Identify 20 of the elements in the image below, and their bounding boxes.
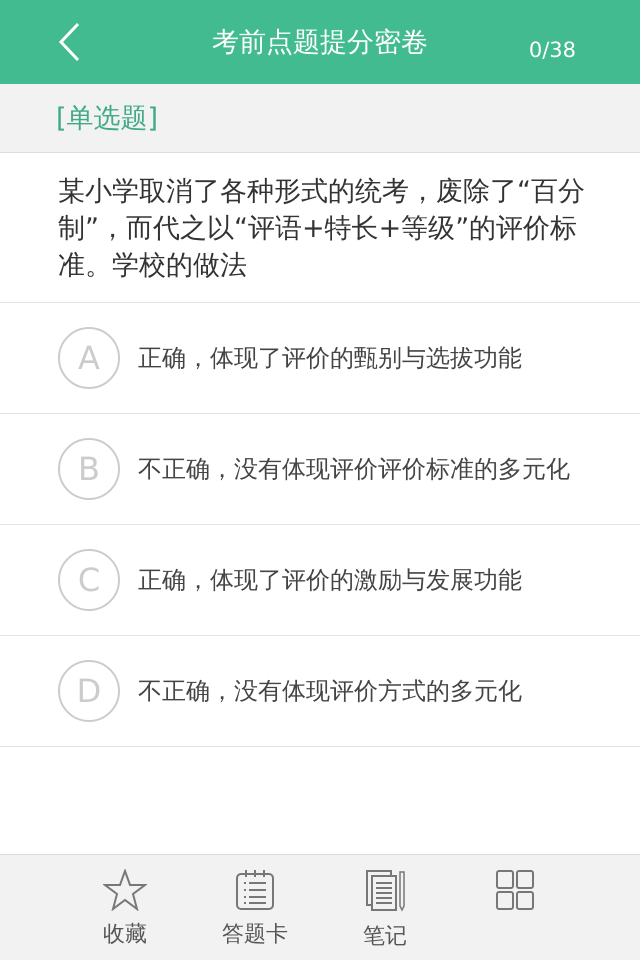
notes-icon	[365, 869, 405, 913]
option-text: 不正确，没有体现评价方式的多元化	[138, 676, 522, 707]
toolbar-label: 收藏	[103, 921, 147, 949]
question-type: [单选题]	[56, 102, 158, 136]
back-button[interactable]	[58, 22, 80, 62]
toolbar-button[interactable]: 笔记	[320, 855, 450, 960]
option-text: 正确，体现了评价的甄别与选拔功能	[138, 343, 522, 374]
toolbar-button[interactable]: 收藏	[60, 855, 190, 960]
answer-card-icon	[235, 869, 275, 911]
page-title: 考前点题提分密卷	[212, 26, 428, 60]
grid-icon	[495, 869, 535, 911]
progress-counter: 0/38	[528, 38, 576, 62]
option-text: 正确，体现了评价的激励与发展功能	[138, 565, 522, 596]
toolbar-label: 答题卡	[222, 921, 288, 949]
star-icon	[103, 869, 147, 911]
question-text: 某小学取消了各种形式的统考，废除了“百分制”，而代之以“评语+特长+等级”的评价标准。学校的做法	[0, 153, 640, 303]
toolbar-label: 笔记	[363, 923, 407, 951]
option-text: 不正确，没有体现评价评价标准的多元化	[138, 454, 570, 485]
back-icon	[58, 22, 80, 62]
toolbar-button[interactable]: 答题卡	[190, 855, 320, 960]
